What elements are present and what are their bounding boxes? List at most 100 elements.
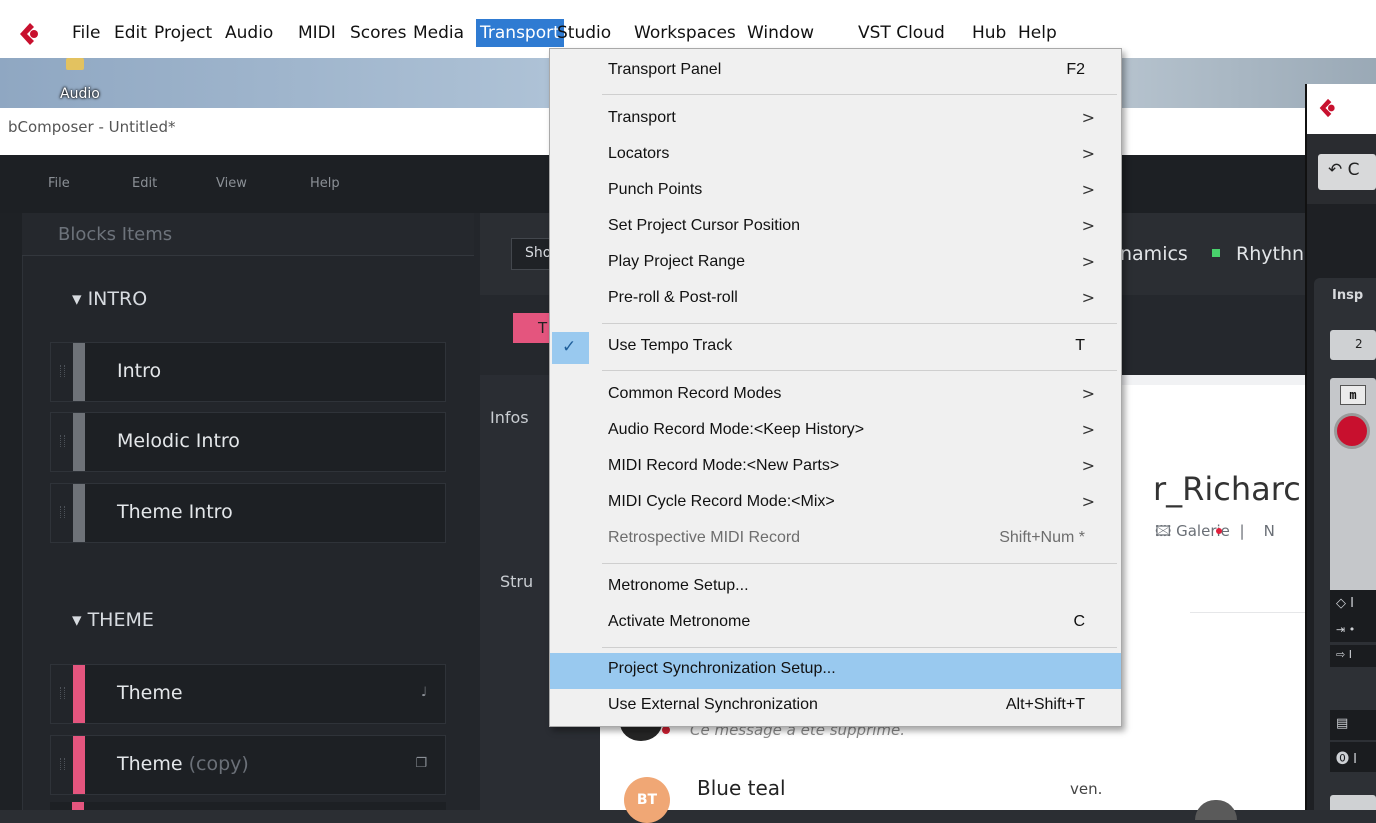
cubase-logo-icon[interactable]: [18, 22, 42, 46]
chevron-right-icon: >: [1081, 288, 1095, 307]
chevron-right-icon: >: [1081, 108, 1095, 127]
menu-transport[interactable]: Transport: [476, 19, 564, 47]
mute-button[interactable]: m: [1340, 385, 1366, 405]
menu-scores[interactable]: Scores: [346, 19, 410, 47]
copy-icon[interactable]: ❐: [415, 756, 427, 771]
menu-audio[interactable]: Audio: [221, 19, 277, 47]
drag-handle-icon[interactable]: [51, 736, 73, 794]
track-controls: [1330, 378, 1376, 598]
inspector-button[interactable]: 2: [1330, 330, 1376, 360]
inspector-row[interactable]: ⇨ I: [1330, 645, 1376, 667]
menu-window[interactable]: Window: [743, 19, 818, 47]
menu-project[interactable]: Project: [150, 19, 216, 47]
block-color-bar: [73, 736, 85, 794]
menu-item-project-synchronization-setup[interactable]: Project Synchronization Setup...: [550, 653, 1121, 689]
drag-handle-icon[interactable]: [51, 413, 73, 471]
chevron-right-icon: >: [1081, 144, 1095, 163]
infos-label: Infos: [490, 408, 529, 427]
chevron-right-icon: >: [1081, 180, 1095, 199]
left-sidebar-edge: [0, 213, 23, 810]
transport-menu-dropdown: Transport Panel F2 Transport > Locators > P…: [549, 48, 1122, 727]
menu-workspaces[interactable]: Workspaces: [630, 19, 740, 47]
record-enable-button[interactable]: [1334, 413, 1370, 449]
block-item-theme-intro[interactable]: Theme Intro: [50, 483, 446, 543]
app-menu-view[interactable]: View: [216, 176, 247, 191]
desktop-audio-label[interactable]: Audio: [60, 86, 100, 102]
undo-button[interactable]: ↶ C: [1318, 154, 1376, 190]
menu-item-use-external-synchronization[interactable]: Use External Synchronization Alt+Shift+T: [550, 689, 1121, 725]
avatar[interactable]: BT: [624, 777, 670, 823]
menu-item-metronome-setup[interactable]: Metronome Setup...: [550, 570, 1121, 606]
menu-item-punch-points[interactable]: Punch Points >: [550, 174, 1121, 210]
menu-item-common-record-modes[interactable]: Common Record Modes >: [550, 378, 1121, 414]
menu-item-transport[interactable]: Transport >: [550, 102, 1121, 138]
chevron-right-icon: >: [1081, 492, 1095, 511]
menu-item-retrospective-midi-record: Retrospective MIDI Record Shift+Num *: [608, 529, 1085, 546]
music-note-icon: ♩: [420, 685, 427, 700]
drag-handle-icon[interactable]: [51, 343, 73, 401]
chevron-right-icon: >: [1081, 252, 1095, 271]
block-label: Intro: [117, 360, 162, 382]
cubase-logo-icon: [1319, 98, 1335, 118]
menu-item-pre-roll-post-roll[interactable]: Pre-roll & Post-roll >: [550, 282, 1121, 318]
menu-item-set-project-cursor-position[interactable]: Set Project Cursor Position >: [550, 210, 1121, 246]
chevron-right-icon: >: [1081, 216, 1095, 235]
copy-suffix: (copy): [188, 753, 249, 775]
menu-item-audio-record-mode[interactable]: Audio Record Mode:<Keep History> >: [550, 414, 1121, 450]
menu-help[interactable]: Help: [1014, 19, 1061, 47]
menu-hub[interactable]: Hub: [968, 19, 1010, 47]
menu-item-locators[interactable]: Locators >: [550, 138, 1121, 174]
menu-item-midi-cycle-record-mode[interactable]: MIDI Cycle Record Mode:<Mix> >: [550, 486, 1121, 522]
chevron-right-icon: >: [1081, 456, 1095, 475]
menu-item-use-tempo-track[interactable]: ✓ Use Tempo Track T: [550, 330, 1121, 366]
menu-midi[interactable]: MIDI: [294, 19, 340, 47]
dynamics-label[interactable]: namics: [1120, 243, 1188, 265]
block-color-bar: [73, 413, 85, 471]
inspector-row[interactable]: ▤: [1330, 710, 1376, 740]
block-color-bar: [73, 665, 85, 723]
galerie-link[interactable]: 🖾 Galerie | N: [1155, 521, 1275, 546]
app-menu-file[interactable]: File: [48, 176, 70, 191]
menu-item-transport-panel[interactable]: Transport Panel F2: [550, 54, 1121, 90]
inspector-row[interactable]: ◇ I: [1330, 590, 1376, 620]
menu-edit[interactable]: Edit: [110, 19, 151, 47]
divider: [1190, 612, 1305, 613]
drag-handle-icon[interactable]: [51, 665, 73, 723]
block-item-intro[interactable]: Intro: [50, 342, 446, 402]
block-item-melodic-intro[interactable]: Melodic Intro: [50, 412, 446, 472]
section-theme-header[interactable]: ▾ THEME: [72, 609, 154, 631]
folder-icon[interactable]: [66, 58, 84, 70]
structure-label: Stru: [500, 572, 534, 591]
chevron-right-icon: >: [1081, 384, 1095, 403]
app-title: bComposer - Untitled*: [8, 118, 176, 136]
inspector-bottom-button[interactable]: [1330, 795, 1376, 810]
profile-name: r_Richarc: [1153, 470, 1301, 508]
menu-item-play-project-range[interactable]: Play Project Range >: [550, 246, 1121, 282]
chevron-right-icon: >: [1081, 420, 1095, 439]
contact-time: ven.: [1070, 780, 1103, 798]
app-menu-help[interactable]: Help: [310, 176, 340, 191]
menu-item-activate-metronome[interactable]: Activate Metronome C: [550, 606, 1121, 642]
rhythm-label[interactable]: Rhythn: [1236, 243, 1304, 265]
block-label: Theme: [117, 682, 183, 704]
block-label: Theme (copy): [117, 753, 249, 775]
blocks-title: Blocks Items: [58, 224, 173, 245]
rhythm-status-dot: [1212, 249, 1220, 257]
inspector-row[interactable]: ⓿ I: [1330, 742, 1376, 772]
menu-media[interactable]: Media: [409, 19, 468, 47]
block-item-partial[interactable]: [50, 802, 446, 810]
status-dot: [662, 726, 670, 734]
inspector-row[interactable]: ⇥ •: [1330, 620, 1376, 642]
block-label: Theme Intro: [117, 501, 233, 523]
block-item-theme[interactable]: Theme ♩: [50, 664, 446, 724]
drag-handle-icon[interactable]: [51, 484, 73, 542]
app-menu-edit[interactable]: Edit: [132, 176, 157, 191]
block-color-bar: [73, 343, 85, 401]
contact-name[interactable]: Blue teal: [697, 776, 786, 800]
menu-vst-cloud[interactable]: VST Cloud: [854, 19, 949, 47]
block-item-theme-copy[interactable]: Theme (copy) ❐: [50, 735, 446, 795]
menu-file[interactable]: File: [68, 19, 104, 47]
section-intro-header[interactable]: ▾ INTRO: [72, 288, 147, 310]
menu-studio[interactable]: Studio: [553, 19, 615, 47]
menu-item-midi-record-mode[interactable]: MIDI Record Mode:<New Parts> >: [550, 450, 1121, 486]
